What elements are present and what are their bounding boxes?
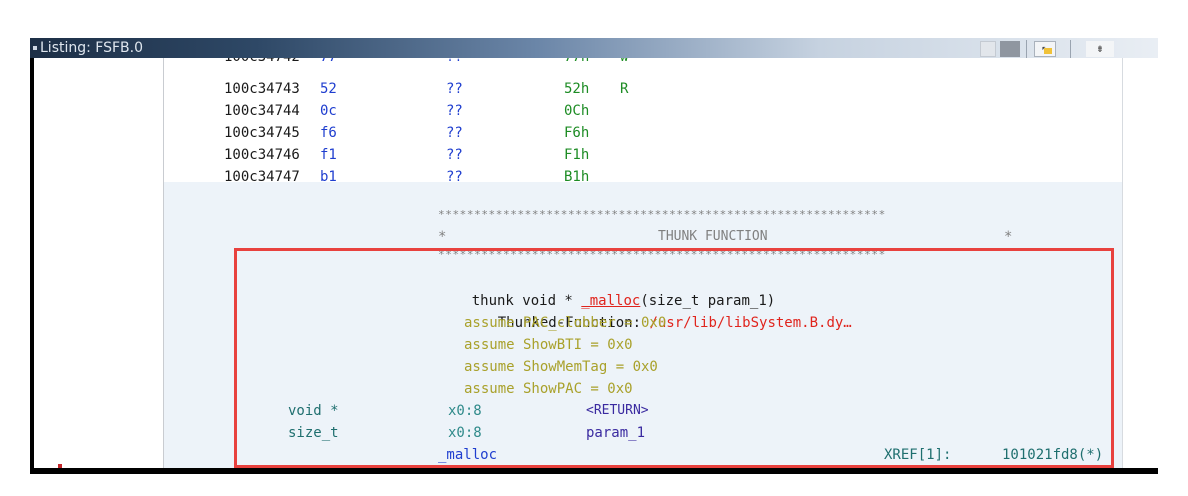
listing-value[interactable]: 52h xyxy=(564,78,589,100)
listing-address[interactable]: 100c34744 xyxy=(224,100,300,122)
listing-type[interactable]: ?? xyxy=(446,100,463,122)
banner-right-star: * xyxy=(1004,229,1013,245)
snapshot-icon[interactable] xyxy=(980,41,996,57)
listing-char[interactable]: w xyxy=(620,58,628,68)
listing-address[interactable]: 100c34743 xyxy=(224,78,300,100)
listing-address[interactable]: 100c34745 xyxy=(224,122,300,144)
toggle-view-icon[interactable] xyxy=(1000,41,1020,57)
listing-char[interactable]: R xyxy=(620,78,628,100)
window-menu-icon[interactable] xyxy=(33,46,37,50)
field-layout-icon[interactable]: ⇟ xyxy=(1086,41,1114,57)
cursor-select-icon[interactable]: ↖ xyxy=(1034,41,1056,57)
listing-value[interactable]: 0Ch xyxy=(564,100,589,122)
listing-byte[interactable]: f1 xyxy=(320,144,337,166)
listing-byte[interactable]: 77 xyxy=(320,58,337,68)
toolbar-separator xyxy=(1026,40,1027,58)
listing-type[interactable]: ?? xyxy=(446,144,463,166)
window-title: Listing: FSFB.0 xyxy=(40,40,143,56)
highlight-box xyxy=(234,248,1114,468)
vertical-scrollbar[interactable] xyxy=(1122,58,1158,468)
listing-type[interactable]: ?? xyxy=(446,78,463,100)
cursor-marker xyxy=(58,464,62,468)
listing-byte[interactable]: 0c xyxy=(320,100,337,122)
listing-byte[interactable]: f6 xyxy=(320,122,337,144)
listing-address[interactable]: 100c34742 xyxy=(224,58,300,68)
listing-type[interactable]: ?? xyxy=(446,166,463,188)
listing-type[interactable]: ?? xyxy=(446,122,463,144)
listing-byte[interactable]: 52 xyxy=(320,78,337,100)
toolbar-separator xyxy=(1070,40,1071,58)
listing-value[interactable]: B1h xyxy=(564,166,589,188)
listing-type[interactable]: ?? xyxy=(446,58,463,68)
listing-value[interactable]: F1h xyxy=(564,144,589,166)
listing-value[interactable]: 77h xyxy=(564,58,589,68)
listing-value[interactable]: F6h xyxy=(564,122,589,144)
listing-byte[interactable]: b1 xyxy=(320,166,337,188)
listing-address[interactable]: 100c34746 xyxy=(224,144,300,166)
banner-stars-top: ****************************************… xyxy=(438,208,886,221)
margin-gutter[interactable] xyxy=(34,58,164,468)
listing-address[interactable]: 100c34747 xyxy=(224,166,300,188)
